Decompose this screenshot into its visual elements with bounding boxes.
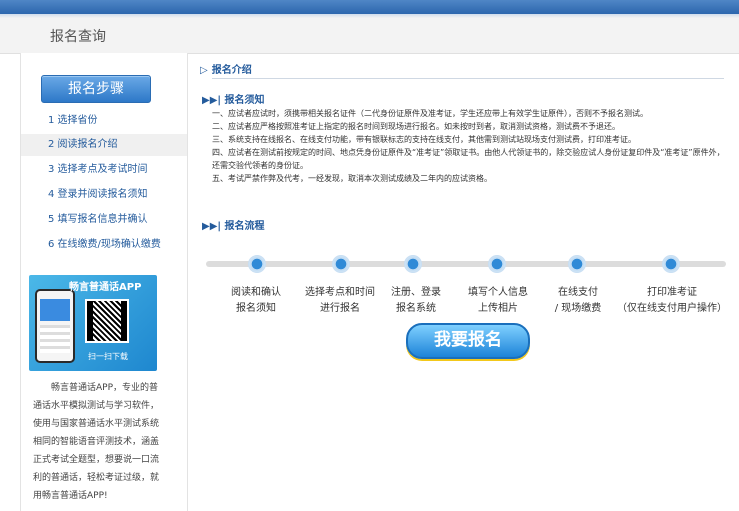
divider (212, 78, 724, 79)
flow-step-label: 阅读和确认 报名须知 (208, 285, 304, 317)
app-banner-scan-text: 扫一扫下载 (88, 352, 128, 361)
flow-heading: ▶▶| 报名流程 (202, 217, 265, 232)
page-header: 报名查询 (0, 18, 739, 54)
signup-button[interactable]: 我要报名 (406, 323, 530, 359)
sidebar-item-label: 6 在线缴费/现场确认缴费 (48, 239, 161, 250)
steps-button[interactable]: 报名步骤 (41, 75, 151, 103)
sidebar-item-fill-info[interactable]: 5 填写报名信息并确认 (21, 209, 187, 231)
top-bar (0, 0, 739, 14)
notice-heading: ▶▶| 报名须知 (202, 91, 265, 106)
notice-line: 五、考试严禁作弊及代考，一经发现，取消本次测试成绩及二年内的应试资格。 (212, 174, 492, 183)
flow-step-dot (248, 255, 266, 273)
app-description: 畅言普通话APP，专业的普通话水平模拟测试与学习软件，使用与国家普通话水平测试系… (33, 383, 160, 501)
sidebar-item-label: 3 选择考点及考试时间 (48, 164, 148, 175)
double-arrow-icon: ▶▶| (202, 95, 222, 106)
flow-step-label: 打印准考证 （仅在线支付用户操作） (610, 285, 734, 317)
sidebar-item-label: 2 阅读报名介绍 (48, 139, 118, 150)
notice-list: 一、应试者应试时，须携带相关报名证件（二代身份证原件及准考证，学生还应带上有效学… (212, 107, 732, 185)
notice-line: 三、系统支持在线报名、在线支付功能，带有银联标志的支持在线支付，其他需到测试站现… (212, 135, 636, 144)
flow-step-line1: 阅读和确认 (231, 287, 281, 298)
notice-title: 报名须知 (224, 95, 265, 106)
intro-heading: ▷ 报名介绍 (200, 61, 252, 76)
notice-line: 一、应试者应试时，须携带相关报名证件（二代身份证原件及准考证，学生还应带上有效学… (212, 109, 648, 118)
phone-icon (35, 289, 75, 363)
sidebar-item-select-site[interactable]: 3 选择考点及考试时间 (21, 159, 187, 181)
app-banner-title: 畅言普通话APP (69, 282, 142, 293)
flow-progress-bar (206, 261, 726, 267)
sidebar-item-login[interactable]: 4 登录并阅读报名须知 (21, 184, 187, 206)
flow-step-line1: 打印准考证 (647, 287, 697, 298)
sidebar-item-read-intro[interactable]: 2 阅读报名介绍 (21, 134, 187, 156)
flow-step-line2: 报名须知 (236, 303, 276, 314)
flow-step-dot (404, 255, 422, 273)
flow-step-dot (662, 255, 680, 273)
flow-title: 报名流程 (224, 221, 265, 232)
main-content: ▷ 报名介绍 ▶▶| 报名须知 一、应试者应试时，须携带相关报名证件（二代身份证原… (196, 53, 739, 511)
flow-step-dot (568, 255, 586, 273)
sidebar-item-label: 4 登录并阅读报名须知 (48, 189, 148, 200)
flow-step-dot (488, 255, 506, 273)
sidebar: 报名步骤 1 选择省份 2 阅读报名介绍 3 选择考点及考试时间 4 登录并阅读… (20, 53, 188, 511)
sidebar-item-label: 5 填写报名信息并确认 (48, 214, 148, 225)
triangle-icon: ▷ (200, 65, 208, 76)
sidebar-item-label: 1 选择省份 (48, 115, 98, 126)
double-arrow-icon: ▶▶| (202, 221, 222, 232)
sidebar-item-payment[interactable]: 6 在线缴费/现场确认缴费 (21, 234, 187, 256)
qr-code-icon (85, 299, 129, 343)
notice-line: 四、应试者在测试前按规定的时间、地点凭身份证原件及“准考证”领取证书。由他人代领… (212, 148, 725, 170)
notice-line: 二、应试者应严格按照准考证上指定的报名时间到现场进行报名。如未按时到者，取消测试… (212, 122, 620, 131)
flow-step-dot (332, 255, 350, 273)
flow-step-line2: （仅在线支付用户操作） (617, 303, 727, 314)
app-download-banner[interactable]: 畅言普通话APP 扫一扫下载 (29, 275, 157, 371)
page-title: 报名查询 (50, 29, 106, 45)
intro-title: 报名介绍 (211, 65, 252, 76)
sidebar-item-select-province[interactable]: 1 选择省份 (21, 110, 187, 132)
